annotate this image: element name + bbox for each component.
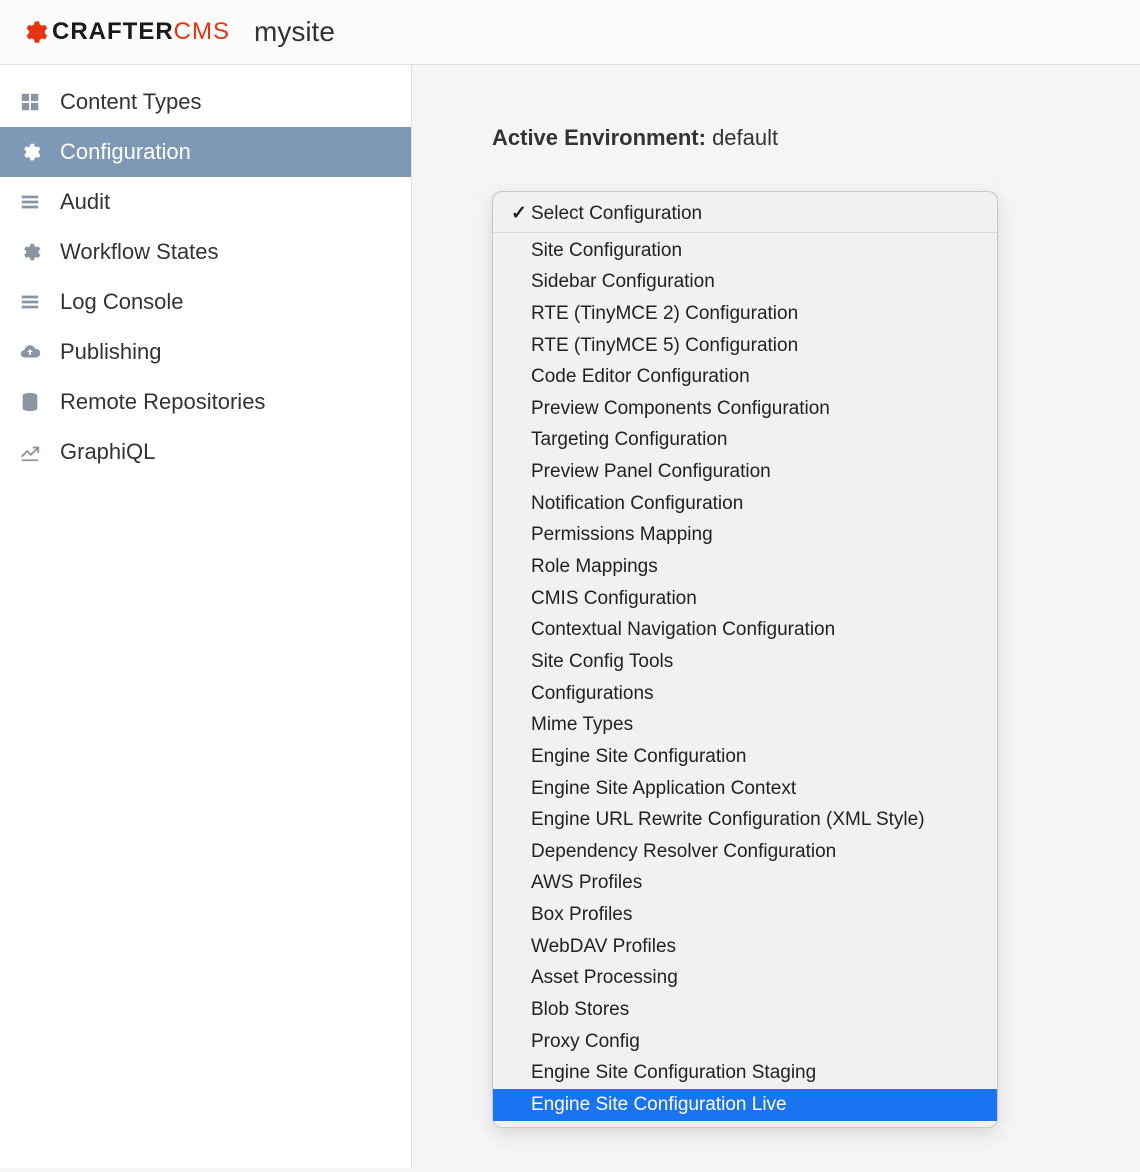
dropdown-option-label: Configurations bbox=[531, 681, 654, 707]
sidebar-item-label: Audit bbox=[60, 189, 110, 215]
dropdown-option[interactable]: Role Mappings bbox=[493, 551, 997, 583]
dropdown-option[interactable]: Box Profiles bbox=[493, 899, 997, 931]
dropdown-option-label: Asset Processing bbox=[531, 965, 678, 991]
gear-icon bbox=[20, 18, 48, 46]
dropdown-option[interactable]: Engine Site Application Context bbox=[493, 773, 997, 805]
dropdown-option[interactable]: Engine Site Configuration Live bbox=[493, 1089, 997, 1121]
grid-icon bbox=[18, 90, 42, 114]
dropdown-option[interactable]: Select Configuration bbox=[493, 198, 997, 230]
sidebar-item-label: Publishing bbox=[60, 339, 162, 365]
dropdown-option-label: RTE (TinyMCE 5) Configuration bbox=[531, 333, 798, 359]
dropdown-option[interactable]: Code Editor Configuration bbox=[493, 361, 997, 393]
dropdown-option[interactable]: Sidebar Configuration bbox=[493, 266, 997, 298]
header: CRAFTERCMS mysite bbox=[0, 0, 1140, 65]
dropdown-option[interactable]: AWS Profiles bbox=[493, 867, 997, 899]
dropdown-option-label: Engine Site Configuration Live bbox=[531, 1092, 787, 1118]
gear-icon bbox=[18, 240, 42, 264]
dropdown-option[interactable]: RTE (TinyMCE 2) Configuration bbox=[493, 298, 997, 330]
gear-icon bbox=[18, 140, 42, 164]
dropdown-separator bbox=[493, 232, 997, 233]
configuration-dropdown[interactable]: Select Configuration Site Configuration Si… bbox=[492, 191, 998, 1128]
sidebar: Content Types Configuration Audit Workflow … bbox=[0, 65, 412, 1168]
sidebar-item-label: Remote Repositories bbox=[60, 389, 265, 415]
sidebar-item-label: Workflow States bbox=[60, 239, 219, 265]
dropdown-option-label: WebDAV Profiles bbox=[531, 934, 676, 960]
dropdown-option-label: Proxy Config bbox=[531, 1029, 640, 1055]
dropdown-option-label: Preview Panel Configuration bbox=[531, 459, 771, 485]
dropdown-option-label: Mime Types bbox=[531, 712, 633, 738]
dropdown-option-label: Select Configuration bbox=[531, 201, 702, 227]
sidebar-item-log-console[interactable]: Log Console bbox=[0, 277, 411, 327]
sidebar-item-label: GraphiQL bbox=[60, 439, 155, 465]
active-environment: Active Environment: default bbox=[492, 125, 1100, 151]
dropdown-option-label: Engine Site Application Context bbox=[531, 776, 796, 802]
dropdown-option[interactable]: Engine URL Rewrite Configuration (XML St… bbox=[493, 804, 997, 836]
dropdown-option[interactable]: Mime Types bbox=[493, 709, 997, 741]
sidebar-item-remote-repositories[interactable]: Remote Repositories bbox=[0, 377, 411, 427]
dropdown-option-label: Role Mappings bbox=[531, 554, 658, 580]
logo-text: CRAFTERCMS bbox=[52, 18, 230, 46]
sidebar-item-label: Content Types bbox=[60, 89, 201, 115]
dropdown-option-label: Code Editor Configuration bbox=[531, 364, 750, 390]
dropdown-option-label: Notification Configuration bbox=[531, 491, 743, 517]
logo[interactable]: CRAFTERCMS bbox=[20, 18, 230, 46]
list-icon bbox=[18, 190, 42, 214]
dropdown-option-label: Box Profiles bbox=[531, 902, 632, 928]
chart-icon bbox=[18, 440, 42, 464]
dropdown-option[interactable]: Site Configuration bbox=[493, 235, 997, 267]
sidebar-item-audit[interactable]: Audit bbox=[0, 177, 411, 227]
sidebar-item-label: Configuration bbox=[60, 139, 191, 165]
dropdown-option-label: Dependency Resolver Configuration bbox=[531, 839, 836, 865]
dropdown-option[interactable]: Contextual Navigation Configuration bbox=[493, 614, 997, 646]
dropdown-option[interactable]: Configurations bbox=[493, 678, 997, 710]
dropdown-option[interactable]: WebDAV Profiles bbox=[493, 931, 997, 963]
dropdown-option[interactable]: Dependency Resolver Configuration bbox=[493, 836, 997, 868]
dropdown-option[interactable]: Proxy Config bbox=[493, 1026, 997, 1058]
dropdown-option-label: Permissions Mapping bbox=[531, 522, 713, 548]
sidebar-item-configuration[interactable]: Configuration bbox=[0, 127, 411, 177]
dropdown-option[interactable]: Engine Site Configuration Staging bbox=[493, 1057, 997, 1089]
list-icon bbox=[18, 290, 42, 314]
dropdown-option-label: Engine URL Rewrite Configuration (XML St… bbox=[531, 807, 925, 833]
sidebar-item-workflow-states[interactable]: Workflow States bbox=[0, 227, 411, 277]
dropdown-option[interactable]: Preview Components Configuration bbox=[493, 393, 997, 425]
dropdown-option-label: CMIS Configuration bbox=[531, 586, 697, 612]
dropdown-option-label: Targeting Configuration bbox=[531, 427, 727, 453]
cloud-up-icon bbox=[18, 340, 42, 364]
dropdown-option[interactable]: Engine Site Configuration bbox=[493, 741, 997, 773]
sidebar-item-label: Log Console bbox=[60, 289, 184, 315]
dropdown-option[interactable]: Site Config Tools bbox=[493, 646, 997, 678]
database-icon bbox=[18, 390, 42, 414]
sidebar-item-graphiql[interactable]: GraphiQL bbox=[0, 427, 411, 477]
dropdown-option-label: Engine Site Configuration Staging bbox=[531, 1060, 816, 1086]
dropdown-option-label: Contextual Navigation Configuration bbox=[531, 617, 835, 643]
dropdown-option-label: Preview Components Configuration bbox=[531, 396, 830, 422]
dropdown-option[interactable]: RTE (TinyMCE 5) Configuration bbox=[493, 330, 997, 362]
sidebar-item-content-types[interactable]: Content Types bbox=[0, 77, 411, 127]
dropdown-option[interactable]: Blob Stores bbox=[493, 994, 997, 1026]
dropdown-option-label: Site Config Tools bbox=[531, 649, 673, 675]
dropdown-option-label: Blob Stores bbox=[531, 997, 629, 1023]
dropdown-option-label: Sidebar Configuration bbox=[531, 269, 715, 295]
dropdown-option[interactable]: Permissions Mapping bbox=[493, 519, 997, 551]
dropdown-option[interactable]: Asset Processing bbox=[493, 962, 997, 994]
site-name: mysite bbox=[254, 16, 335, 48]
check-icon bbox=[507, 201, 531, 227]
dropdown-option[interactable]: CMIS Configuration bbox=[493, 583, 997, 615]
dropdown-option[interactable]: Notification Configuration bbox=[493, 488, 997, 520]
dropdown-option[interactable]: Targeting Configuration bbox=[493, 424, 997, 456]
sidebar-item-publishing[interactable]: Publishing bbox=[0, 327, 411, 377]
dropdown-option[interactable]: Preview Panel Configuration bbox=[493, 456, 997, 488]
main-panel: Active Environment: default Select Confi… bbox=[412, 65, 1140, 1168]
dropdown-option-label: Site Configuration bbox=[531, 238, 682, 264]
dropdown-option-label: RTE (TinyMCE 2) Configuration bbox=[531, 301, 798, 327]
dropdown-option-label: Engine Site Configuration bbox=[531, 744, 746, 770]
dropdown-option-label: AWS Profiles bbox=[531, 870, 642, 896]
